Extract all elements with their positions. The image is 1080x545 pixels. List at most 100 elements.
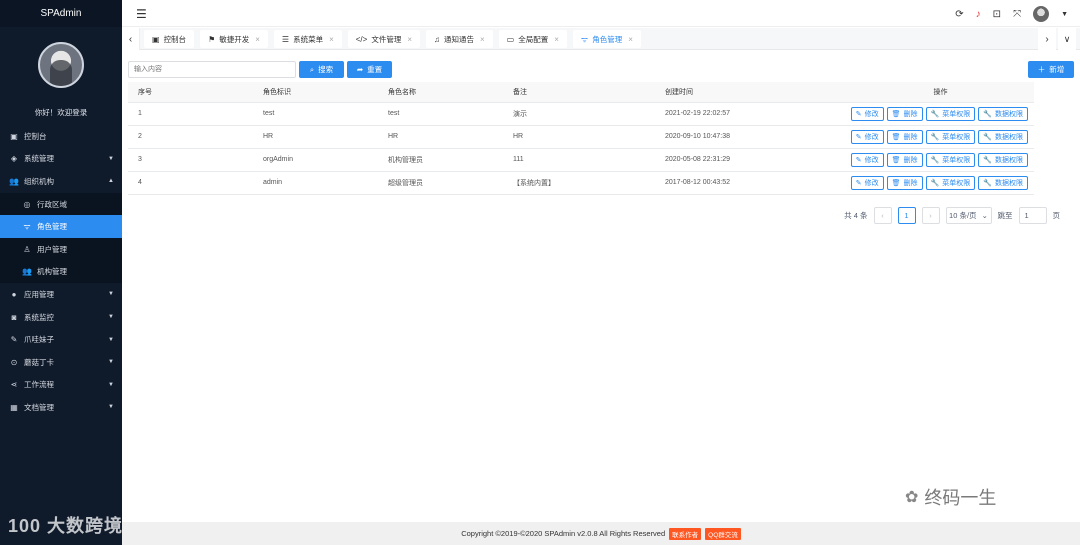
tab-agile-dev[interactable]: ⚑ 敏捷开发 ×: [200, 30, 268, 48]
delete-label: 删除: [903, 110, 918, 118]
sidebar-item-users[interactable]: ♙ 用户管理: [0, 237, 122, 261]
bell-icon[interactable]: ♪: [976, 9, 981, 20]
edit-label: 修改: [864, 110, 879, 118]
sidebar-item-checkin[interactable]: ⊙ 蘑菇丁卡 ▼: [0, 351, 122, 374]
close-icon[interactable]: ×: [554, 35, 559, 44]
cell-remark: 【系统内置】: [503, 171, 655, 195]
data-permission-button[interactable]: 🔧 数据权限: [978, 152, 1028, 167]
add-button[interactable]: ＋新增: [1028, 61, 1074, 78]
sidebar-item-departments[interactable]: 👥 机构管理: [0, 260, 122, 284]
menu-toggle-icon[interactable]: ☰: [136, 7, 147, 21]
sidebar-item-label: 组织机构: [24, 176, 54, 186]
top-bar: ☰ ⟳ ♪ ⊡ ⤧ ▼: [122, 0, 1080, 27]
reset-button[interactable]: ➦ 重置: [347, 61, 392, 78]
contact-author-badge[interactable]: 联系作者: [669, 527, 702, 540]
data-permission-label: 数据权限: [995, 110, 1023, 118]
sidebar-item-region[interactable]: ◎ 行政区域: [0, 192, 122, 216]
page-jump-input[interactable]: 1: [1018, 207, 1047, 224]
refresh-icon[interactable]: ⟳: [955, 9, 963, 20]
tab-scroll-left-button[interactable]: ‹: [122, 28, 140, 50]
page-next-button[interactable]: ›: [921, 207, 940, 224]
cell-no: 1: [128, 102, 253, 126]
delete-button[interactable]: 🗑 删除: [886, 175, 923, 190]
page-size-select[interactable]: 10 条/页 ⌄: [945, 207, 992, 224]
tab-scroll-right-button[interactable]: ›: [1038, 28, 1056, 50]
page-number-button[interactable]: 1: [897, 207, 916, 224]
data-permission-button[interactable]: 🔧 数据权限: [978, 106, 1028, 121]
sidebar-item-label: 蘑菇丁卡: [24, 357, 54, 367]
sidebar-item-organization[interactable]: 👥 组织机构 ▲: [0, 170, 122, 193]
tab-bar: ‹ ▣ 控制台 ⚑ 敏捷开发 × ☰ 系统菜单 × </> 文件管理 × ♫ 通知通告 × ▭ 全局…: [122, 28, 1080, 50]
sidebar-item-label: 文档管理: [24, 402, 54, 412]
users-icon: 👥: [22, 267, 32, 277]
avatar[interactable]: [38, 42, 84, 88]
data-permission-button[interactable]: 🔧 数据权限: [978, 129, 1028, 144]
tab-dashboard[interactable]: ▣ 控制台: [144, 30, 195, 48]
menu-permission-button[interactable]: 🔧 菜单权限: [925, 129, 976, 144]
lock-icon[interactable]: ⊡: [993, 9, 1001, 20]
tab-label: 全局配置: [518, 34, 549, 44]
reply-icon: ➦: [356, 65, 364, 74]
cell-remark: 111: [503, 148, 655, 172]
chevron-down-icon[interactable]: ▼: [1061, 11, 1068, 18]
qq-group-badge[interactable]: QQ群交流: [705, 527, 741, 540]
flag-icon: ⚑: [208, 34, 216, 44]
tab-notices[interactable]: ♫ 通知通告 ×: [426, 30, 493, 48]
sidebar-item-system[interactable]: ◈ 系统管理 ▼: [0, 148, 122, 171]
avatar-wrap: [0, 27, 122, 103]
watermark-left: 100 大数跨境: [8, 516, 124, 536]
cell-actions: ✎ 修改 🗑 删除 🔧 菜单权限 🔧 数据权限: [837, 102, 1034, 126]
sidebar-item-apps[interactable]: ● 应用管理 ▼: [0, 283, 122, 306]
sidebar-item-documents[interactable]: ▦ 文档管理 ▼: [0, 396, 122, 419]
sidebar-item-workflow[interactable]: ⋖ 工作流程 ▼: [0, 374, 122, 397]
close-icon[interactable]: ×: [480, 35, 485, 44]
wrench-icon: 🔧: [983, 156, 992, 164]
edit-button[interactable]: ✎ 修改: [850, 106, 884, 121]
sidebar-item-roles[interactable]: ᯤ 角色管理: [0, 215, 122, 238]
cell-actions: ✎ 修改 🗑 删除 🔧 菜单权限 🔧 数据权限: [837, 125, 1034, 149]
cell-remark: HR: [503, 125, 655, 149]
delete-button[interactable]: 🗑 删除: [886, 152, 923, 167]
delete-button[interactable]: 🗑 删除: [886, 129, 923, 144]
menu-permission-button[interactable]: 🔧 菜单权限: [925, 152, 976, 167]
page-prev-button[interactable]: ‹: [873, 207, 892, 224]
close-icon[interactable]: ×: [329, 35, 334, 44]
sidebar-item-java[interactable]: ✎ 爪哇妹子 ▼: [0, 328, 122, 351]
sidebar-item-monitor[interactable]: ◙ 系统监控 ▼: [0, 306, 122, 329]
search-button-label: 搜索: [318, 65, 334, 74]
edit-button[interactable]: ✎ 修改: [850, 152, 884, 167]
menu-permission-button[interactable]: 🔧 菜单权限: [925, 106, 976, 121]
tab-system-menu[interactable]: ☰ 系统菜单 ×: [273, 30, 342, 48]
wrench-icon: 🔧: [930, 133, 940, 141]
data-permission-button[interactable]: 🔧 数据权限: [978, 175, 1028, 190]
menu-permission-label: 菜单权限: [942, 156, 971, 164]
tab-global-config[interactable]: ▭ 全局配置 ×: [498, 30, 567, 48]
tab-file-management[interactable]: </> 文件管理 ×: [347, 30, 420, 48]
data-permission-label: 数据权限: [995, 179, 1023, 187]
edit-button[interactable]: ✎ 修改: [850, 129, 884, 144]
trash-icon: 🗑: [891, 133, 901, 141]
menu-permission-button[interactable]: 🔧 菜单权限: [925, 175, 976, 190]
chevron-down-icon: ▼: [108, 155, 114, 162]
sidebar-item-dashboard[interactable]: ▣ 控制台: [0, 125, 122, 148]
top-icons: ⟳ ♪ ⊡ ⤧ ▼: [955, 6, 1068, 22]
column-header: 角色名称: [378, 82, 503, 103]
sidebar: SPAdmin 你好！欢迎登录 ▣ 控制台 ◈ 系统管理 ▼ 👥 组织机构 ▲ ◎ 行政区域…: [0, 0, 122, 545]
edit-button[interactable]: ✎ 修改: [850, 175, 884, 190]
delete-button[interactable]: 🗑 删除: [886, 106, 923, 121]
search-input[interactable]: [128, 61, 296, 78]
column-header: 操作: [837, 82, 1034, 103]
user-avatar[interactable]: [1033, 6, 1050, 22]
sidebar-item-label: 系统管理: [24, 154, 54, 164]
close-icon[interactable]: ×: [407, 35, 412, 44]
close-icon[interactable]: ×: [255, 35, 260, 44]
cell-name: 超级管理员: [378, 171, 503, 195]
group-icon: 👥: [9, 176, 19, 186]
tab-more-button[interactable]: ∨: [1058, 28, 1076, 50]
watermark-right: ✿ 终码一生: [905, 484, 996, 510]
menu-permission-label: 菜单权限: [942, 133, 971, 141]
fullscreen-icon[interactable]: ⤧: [1013, 9, 1021, 20]
close-icon[interactable]: ×: [628, 35, 633, 44]
search-button[interactable]: ⌕ 搜索: [299, 61, 344, 78]
tab-role-management[interactable]: ᯤ 角色管理 ×: [572, 30, 641, 48]
